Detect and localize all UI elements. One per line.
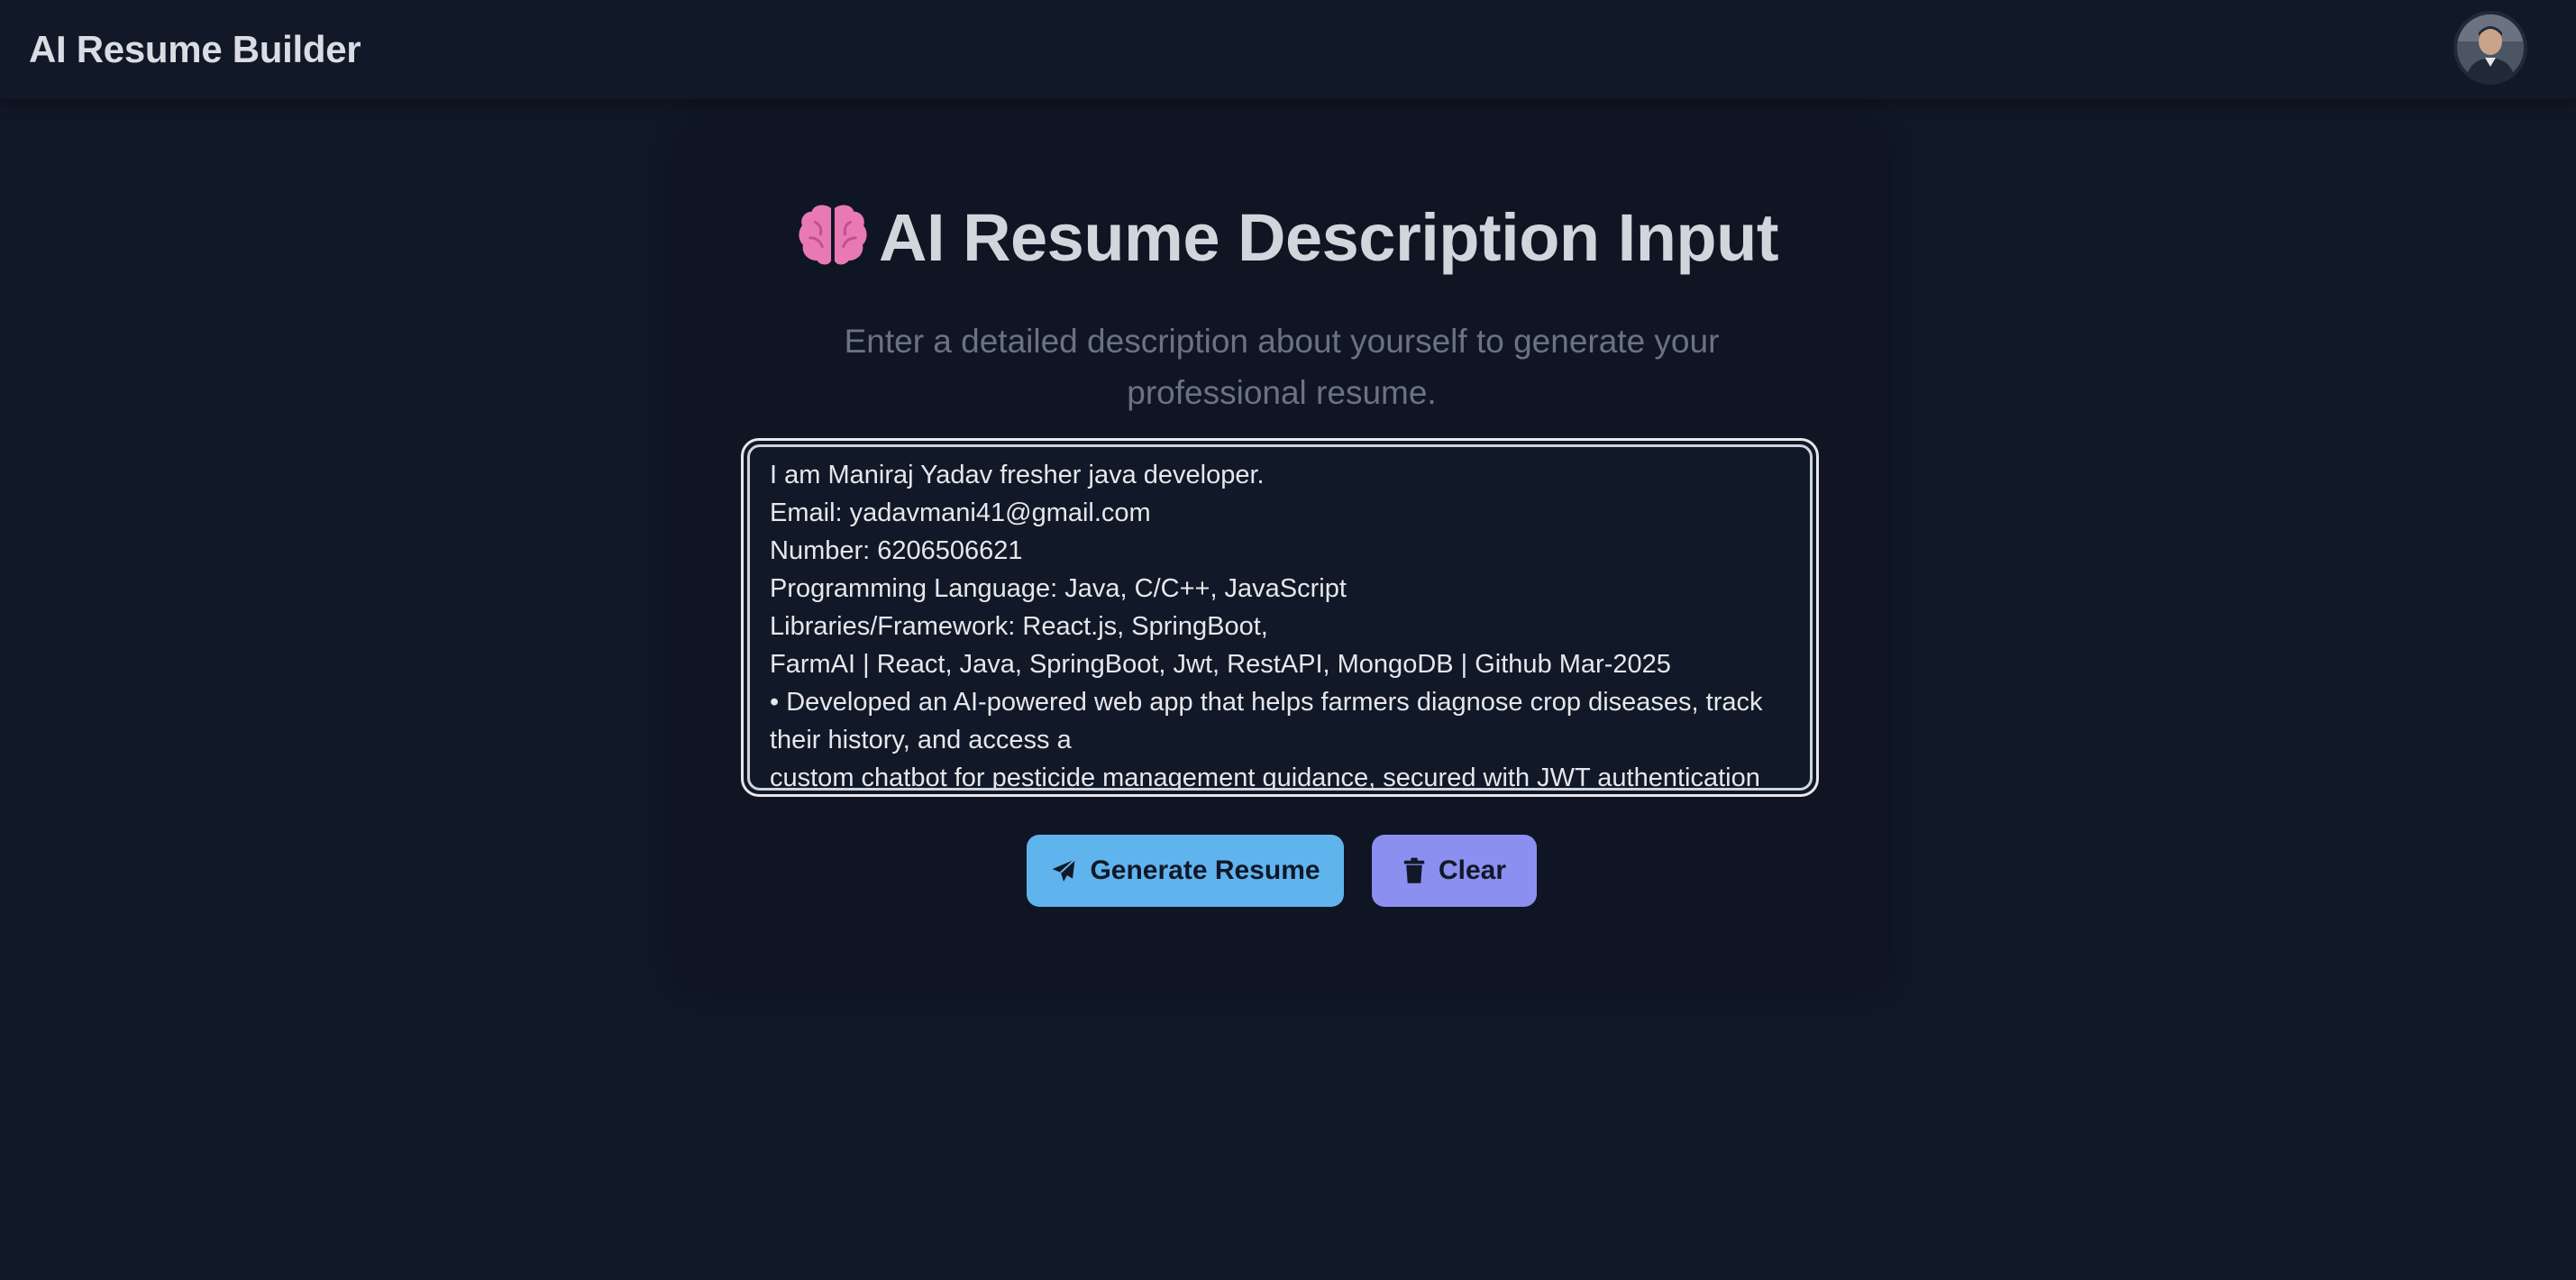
description-textarea[interactable] (747, 444, 1813, 791)
form-title-text: AI Resume Description Input (879, 200, 1778, 275)
trash-icon (1403, 857, 1425, 883)
app-title: AI Resume Builder (29, 28, 361, 70)
clear-label: Clear (1438, 855, 1507, 885)
top-navbar: AI Resume Builder (0, 0, 2576, 99)
form-title: AI Resume Description Input (0, 197, 2576, 279)
generate-resume-button[interactable]: Generate Resume (1027, 835, 1344, 907)
brain-icon (799, 205, 867, 265)
description-field-focus-ring (741, 438, 1819, 797)
user-avatar[interactable] (2457, 14, 2524, 81)
clear-button[interactable]: Clear (1372, 835, 1537, 907)
paper-plane-icon (1052, 858, 1076, 882)
generate-resume-label: Generate Resume (1090, 855, 1320, 885)
form-subtitle: Enter a detailed description about yours… (844, 323, 1720, 411)
avatar-image (2457, 14, 2524, 81)
